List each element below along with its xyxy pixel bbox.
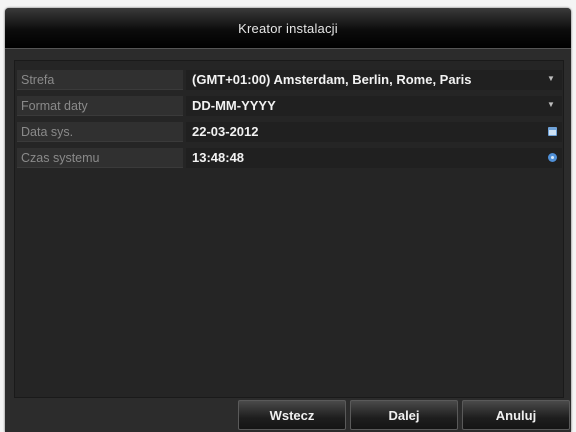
date-format-value: DD-MM-YYYY [192, 98, 276, 113]
title-bar: Kreator instalacji [5, 8, 571, 49]
system-time-row: Czas systemu 13:48:48 [15, 147, 563, 169]
system-time-label: Czas systemu [17, 148, 183, 168]
chevron-down-icon[interactable]: ▼ [546, 74, 556, 84]
system-date-row: Data sys. 22-03-2012 [15, 121, 563, 143]
chevron-down-icon[interactable]: ▼ [546, 100, 556, 110]
system-date-field[interactable]: 22-03-2012 [186, 122, 562, 142]
date-format-row: Format daty DD-MM-YYYY ▼ [15, 95, 563, 117]
system-date-label: Data sys. [17, 122, 183, 142]
timezone-value: (GMT+01:00) Amsterdam, Berlin, Rome, Par… [192, 72, 472, 87]
system-time-value: 13:48:48 [192, 150, 245, 165]
back-button[interactable]: Wstecz [238, 400, 346, 430]
cancel-button[interactable]: Anuluj [462, 400, 570, 430]
calendar-icon[interactable] [548, 127, 557, 136]
next-button[interactable]: Dalej [350, 400, 458, 430]
timezone-row: Strefa (GMT+01:00) Amsterdam, Berlin, Ro… [15, 69, 563, 91]
dialog-title: Kreator instalacji [238, 21, 338, 36]
timezone-label: Strefa [17, 70, 183, 90]
date-format-label: Format daty [17, 96, 183, 116]
setup-wizard-dialog: Kreator instalacji Strefa (GMT+01:00) Am… [5, 8, 571, 432]
system-date-value: 22-03-2012 [192, 124, 259, 139]
date-format-dropdown[interactable]: DD-MM-YYYY ▼ [186, 96, 562, 116]
clock-icon[interactable] [548, 153, 557, 162]
settings-panel: Strefa (GMT+01:00) Amsterdam, Berlin, Ro… [14, 60, 564, 398]
system-time-field[interactable]: 13:48:48 [186, 148, 562, 168]
timezone-dropdown[interactable]: (GMT+01:00) Amsterdam, Berlin, Rome, Par… [186, 70, 562, 90]
